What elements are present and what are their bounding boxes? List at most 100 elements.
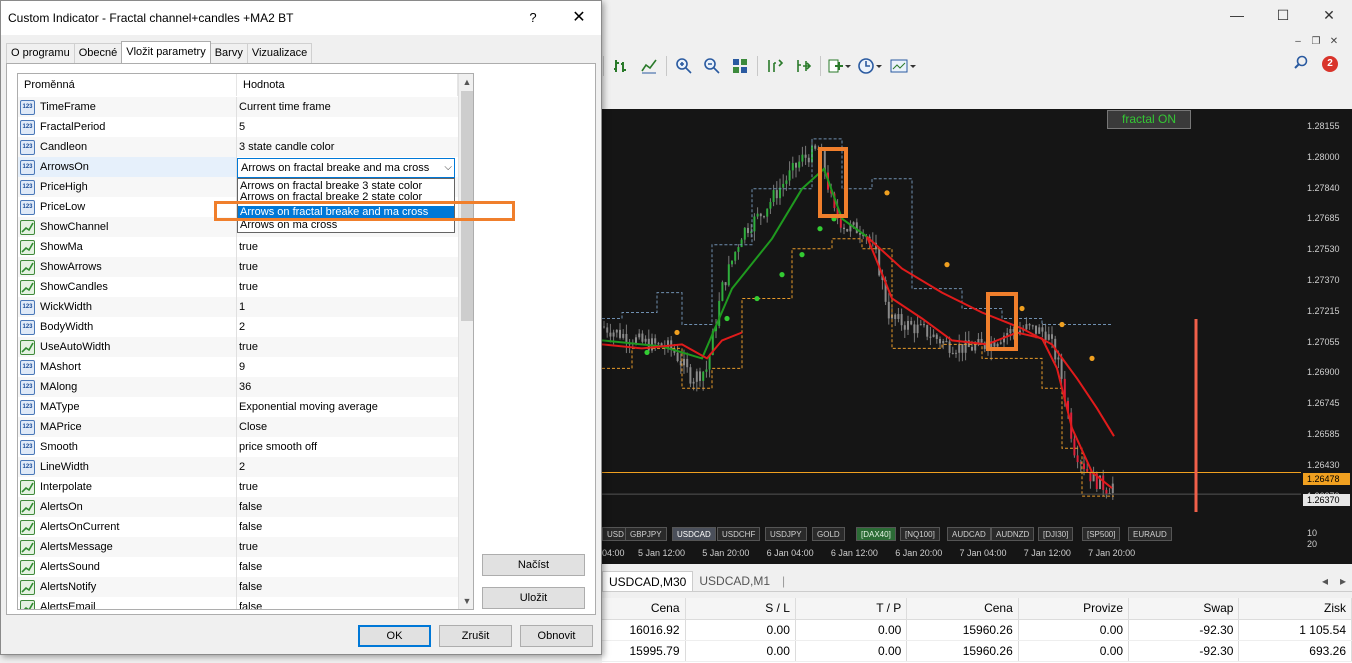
symbol-button[interactable]: [DJI30] — [1038, 527, 1074, 541]
symbol-button[interactable]: EURAUD — [1128, 527, 1172, 541]
grid-scrollbar[interactable]: ▲ ▼ — [458, 74, 473, 609]
chart-shift-icon[interactable] — [764, 55, 786, 77]
param-value[interactable]: Close — [237, 417, 458, 437]
param-value[interactable]: price smooth off — [237, 437, 458, 457]
param-row-malong[interactable]: 123 MAlong 36 — [18, 377, 458, 397]
param-row-bodywidth[interactable]: 123 BodyWidth 2 — [18, 317, 458, 337]
table-header[interactable]: T / P — [795, 598, 908, 620]
param-row-useautowidth[interactable]: UseAutoWidth true — [18, 337, 458, 357]
param-row-alertsemail[interactable]: AlertsEmail false — [18, 597, 458, 609]
param-value[interactable]: 3 state candle color — [237, 137, 458, 157]
symbol-button[interactable]: AUDNZD — [991, 527, 1035, 541]
reset-button[interactable]: Obnovit — [520, 625, 593, 647]
param-value[interactable]: false — [237, 597, 458, 609]
tab-scroll-left-icon[interactable]: ◂ — [1316, 571, 1334, 591]
param-row-smooth[interactable]: 123 Smooth price smooth off — [18, 437, 458, 457]
notifications-badge[interactable]: 2 — [1322, 55, 1338, 72]
search-icon[interactable] — [1294, 55, 1308, 72]
zoom-in-icon[interactable] — [673, 55, 695, 77]
param-value[interactable]: false — [237, 577, 458, 597]
symbol-button[interactable]: [DAX40] — [856, 527, 896, 541]
param-value[interactable]: 36 — [237, 377, 458, 397]
cancel-button[interactable]: Zrušit — [439, 625, 512, 647]
symbol-button[interactable]: USDCHF — [717, 527, 761, 541]
autoscroll-icon[interactable] — [792, 55, 814, 77]
param-value[interactable]: true — [237, 257, 458, 277]
symbol-button[interactable]: [NQ100] — [900, 527, 940, 541]
param-row-linewidth[interactable]: 123 LineWidth 2 — [18, 457, 458, 477]
ok-button[interactable]: OK — [358, 625, 431, 647]
param-value[interactable]: 5 — [237, 117, 458, 137]
param-value[interactable]: Current time frame — [237, 97, 458, 117]
chart-tab-usdcad-m30[interactable]: USDCAD,M30 — [602, 571, 694, 591]
close-window-button[interactable]: ✕ — [1306, 0, 1352, 30]
table-header[interactable]: Swap — [1128, 598, 1240, 620]
param-row-mashort[interactable]: 123 MAshort 9 — [18, 357, 458, 377]
scroll-up-icon[interactable]: ▲ — [459, 74, 473, 90]
minimize-button[interactable]: — — [1214, 0, 1260, 30]
param-value[interactable]: false — [237, 557, 458, 577]
zoom-out-icon[interactable] — [701, 55, 723, 77]
close-dialog-button[interactable]: ✕ — [567, 7, 591, 29]
scroll-down-icon[interactable]: ▼ — [459, 593, 473, 609]
param-row-alertssound[interactable]: AlertsSound false — [18, 557, 458, 577]
mdi-restore-button[interactable]: ❐ — [1308, 34, 1324, 48]
load-button[interactable]: Načíst — [482, 554, 585, 576]
symbol-button[interactable]: GOLD — [812, 527, 845, 541]
param-row-interpolate[interactable]: Interpolate true — [18, 477, 458, 497]
tile-windows-icon[interactable] — [729, 55, 751, 77]
param-value[interactable]: Exponential moving average — [237, 397, 458, 417]
maximize-button[interactable]: ☐ — [1260, 0, 1306, 30]
param-value[interactable]: true — [237, 477, 458, 497]
symbol-button[interactable]: GBPJPY — [625, 527, 667, 541]
symbol-button[interactable]: USDJPY — [765, 527, 807, 541]
indicators-icon[interactable] — [827, 55, 851, 77]
mdi-close-button[interactable]: ✕ — [1326, 34, 1342, 48]
line-chart-icon[interactable] — [638, 55, 660, 77]
chart-tab-usdcad-m1[interactable]: USDCAD,M1 — [693, 571, 776, 591]
param-row-alertsoncurrent[interactable]: AlertsOnCurrent false — [18, 517, 458, 537]
chevron-down-icon[interactable]: ⌵ — [444, 159, 452, 177]
param-value[interactable]: 2 — [237, 457, 458, 477]
param-row-fractalperiod[interactable]: 123 FractalPeriod 5 — [18, 117, 458, 137]
param-row-candleon[interactable]: 123 Candleon 3 state candle color — [18, 137, 458, 157]
help-button[interactable]: ? — [521, 7, 545, 29]
param-row-timeframe[interactable]: 123 TimeFrame Current time frame — [18, 97, 458, 117]
param-value[interactable]: true — [237, 337, 458, 357]
param-row-showarrows[interactable]: ShowArrows true — [18, 257, 458, 277]
param-row-showma[interactable]: ShowMa true — [18, 237, 458, 257]
table-header[interactable]: Zisk — [1238, 598, 1352, 620]
column-header-value[interactable]: Hodnota — [237, 74, 458, 96]
param-row-maprice[interactable]: 123 MAPrice Close — [18, 417, 458, 437]
table-header[interactable]: S / L — [685, 598, 796, 620]
tab-obecné[interactable]: Obecné — [73, 43, 123, 63]
param-row-wickwidth[interactable]: 123 WickWidth 1 — [18, 297, 458, 317]
tab-barvy[interactable]: Barvy — [209, 43, 248, 63]
param-value[interactable]: 2 — [237, 317, 458, 337]
save-button[interactable]: Uložit — [482, 587, 585, 609]
param-row-showcandles[interactable]: ShowCandles true — [18, 277, 458, 297]
arrows-on-select[interactable]: Arrows on fractal breake and ma cross ⌵ — [237, 158, 455, 178]
tab-o-programu[interactable]: O programu — [6, 43, 75, 63]
table-row[interactable]: 15995.79 0.00 0.00 15960.26 0.00 -92.30 693.26 — [602, 640, 1352, 662]
templates-icon[interactable] — [889, 55, 917, 77]
mdi-minimize-button[interactable]: – — [1290, 34, 1306, 48]
param-row-alertsnotify[interactable]: AlertsNotify false — [18, 577, 458, 597]
param-row-matype[interactable]: 123 MAType Exponential moving average — [18, 397, 458, 417]
param-row-alertson[interactable]: AlertsOn false — [18, 497, 458, 517]
table-header[interactable]: Cena — [602, 598, 686, 620]
param-value[interactable]: true — [237, 237, 458, 257]
bar-chart-icon[interactable] — [610, 55, 632, 77]
periods-icon[interactable] — [857, 55, 883, 77]
fractal-status-label[interactable]: fractal ON — [1107, 110, 1191, 129]
tab-vizualizace[interactable]: Vizualizace — [246, 43, 313, 63]
symbol-button[interactable]: AUDCAD — [947, 527, 991, 541]
symbol-button[interactable]: USDCAD — [672, 527, 716, 541]
table-header[interactable]: Cena — [906, 598, 1019, 620]
param-row-alertsmessage[interactable]: AlertsMessage true — [18, 537, 458, 557]
param-value[interactable]: 9 — [237, 357, 458, 377]
price-chart[interactable]: fractal ON — [602, 109, 1301, 524]
param-value[interactable]: false — [237, 517, 458, 537]
symbol-button[interactable]: [SP500] — [1082, 527, 1121, 541]
tab-scroll-right-icon[interactable]: ▸ — [1334, 571, 1352, 591]
